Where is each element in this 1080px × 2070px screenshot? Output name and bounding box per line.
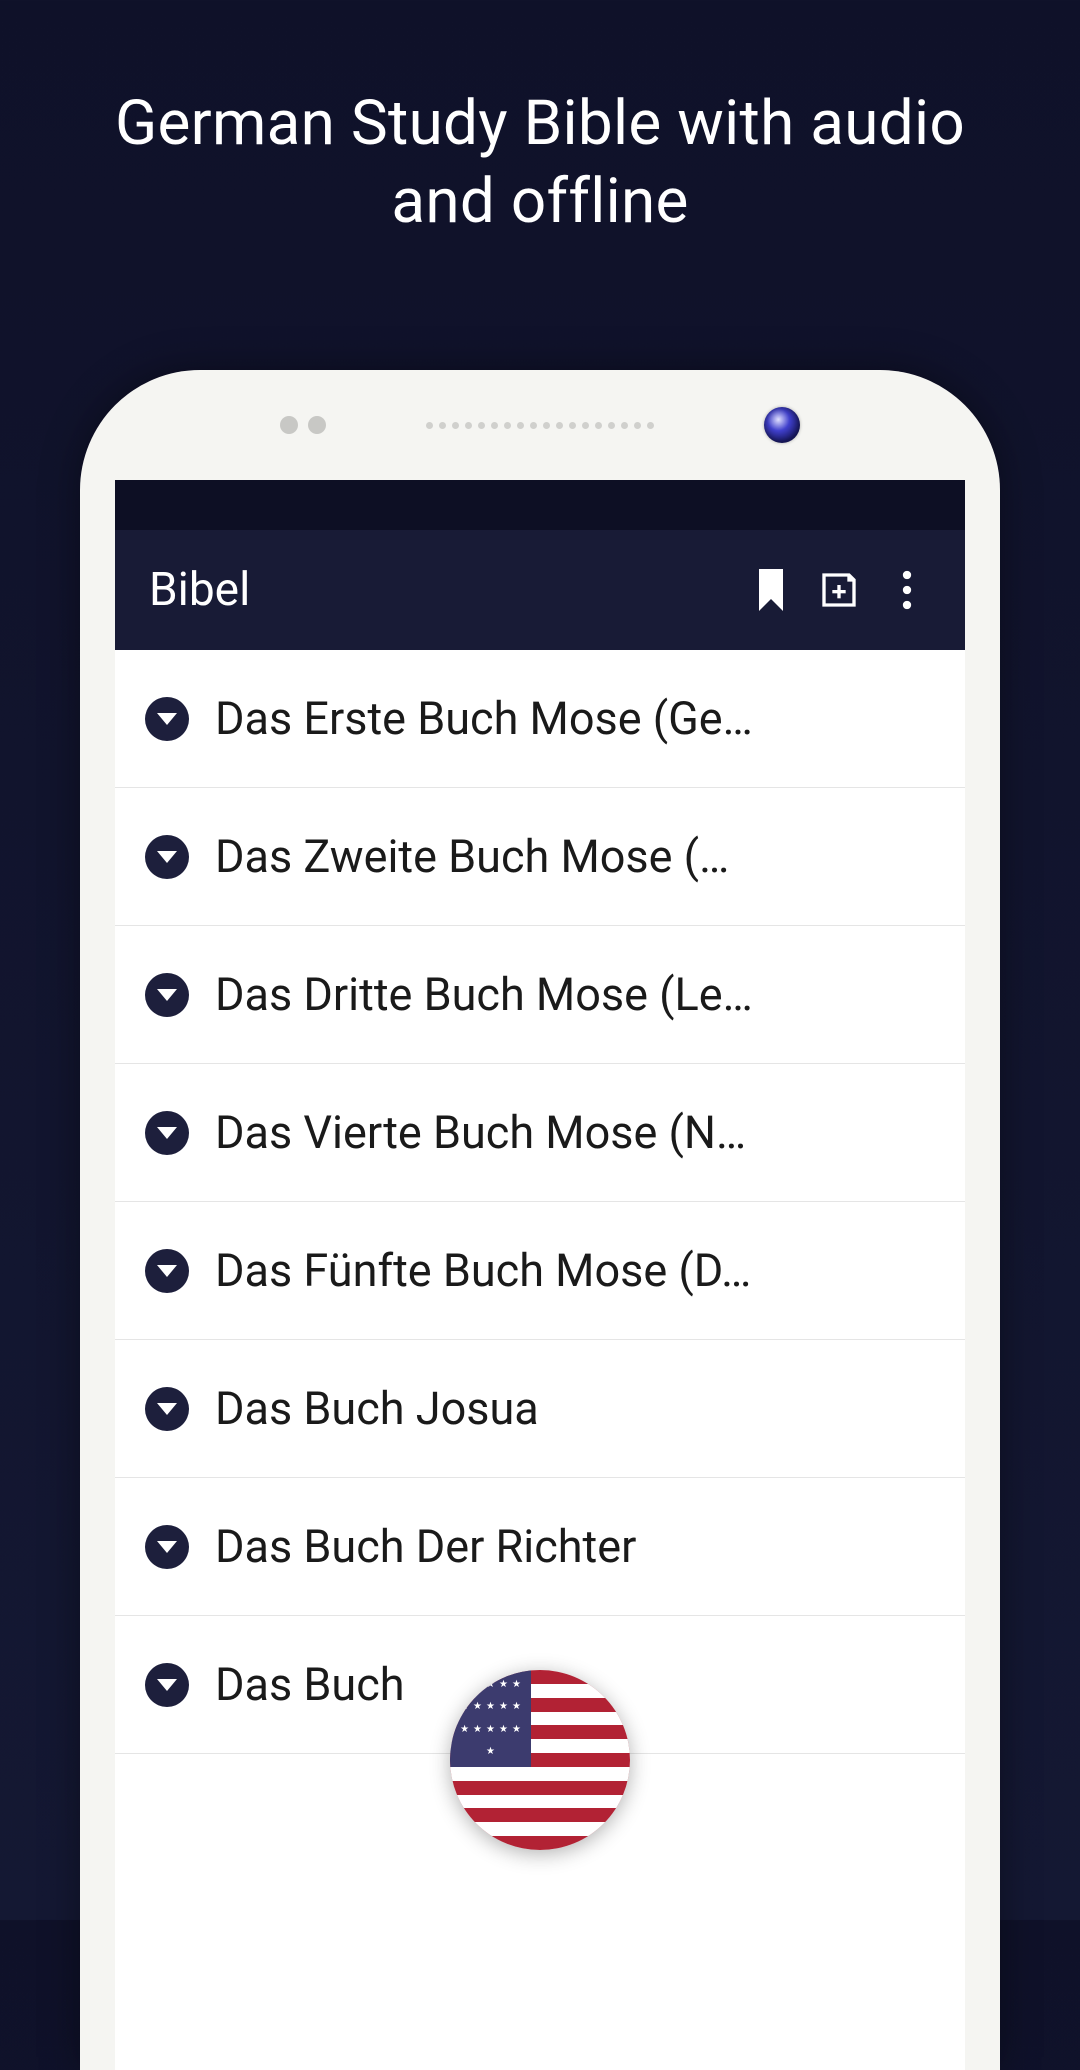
status-bar <box>115 480 965 530</box>
book-item[interactable]: Das Buch Josua <box>115 1340 965 1478</box>
book-label: Das Zweite Buch Mose (… <box>215 830 935 883</box>
book-label: Das Buch Der Richter <box>215 1520 935 1573</box>
book-label: Das Fünfte Buch Mose (D… <box>215 1244 935 1297</box>
bookmark-icon[interactable] <box>747 566 795 614</box>
book-item[interactable]: Das Dritte Buch Mose (Le… <box>115 926 965 1064</box>
chevron-down-icon <box>145 973 189 1017</box>
chevron-down-icon <box>145 1387 189 1431</box>
chevron-down-icon <box>145 1663 189 1707</box>
book-item[interactable]: Das Fünfte Buch Mose (D… <box>115 1202 965 1340</box>
more-vertical-icon[interactable] <box>883 566 931 614</box>
chevron-down-icon <box>145 1249 189 1293</box>
book-list[interactable]: Das Erste Buch Mose (Ge… Das Zweite Buch… <box>115 650 965 2070</box>
sensor-dots <box>280 416 326 434</box>
app-title: Bibel <box>149 563 727 617</box>
phone-top-hardware <box>80 370 1000 480</box>
add-note-icon[interactable] <box>815 566 863 614</box>
flag-us-icon[interactable]: ★★★★ ★★★★ ★★★★ ★★★★ <box>450 1670 630 1850</box>
book-label: Das Dritte Buch Mose (Le… <box>215 968 935 1021</box>
chevron-down-icon <box>145 835 189 879</box>
book-item[interactable]: Das Buch Der Richter <box>115 1478 965 1616</box>
book-item[interactable]: Das Erste Buch Mose (Ge… <box>115 650 965 788</box>
speaker-grille <box>426 422 654 429</box>
chevron-down-icon <box>145 1111 189 1155</box>
book-label: Das Vierte Buch Mose (N… <box>215 1106 935 1159</box>
chevron-down-icon <box>145 697 189 741</box>
book-item[interactable]: Das Vierte Buch Mose (N… <box>115 1064 965 1202</box>
app-bar: Bibel <box>115 530 965 650</box>
book-label: Das Buch Josua <box>215 1382 935 1435</box>
front-camera <box>764 407 800 443</box>
hero-title: German Study Bible with audio and offlin… <box>0 0 1080 240</box>
chevron-down-icon <box>145 1525 189 1569</box>
book-label: Das Erste Buch Mose (Ge… <box>215 692 935 745</box>
book-item[interactable]: Das Zweite Buch Mose (… <box>115 788 965 926</box>
